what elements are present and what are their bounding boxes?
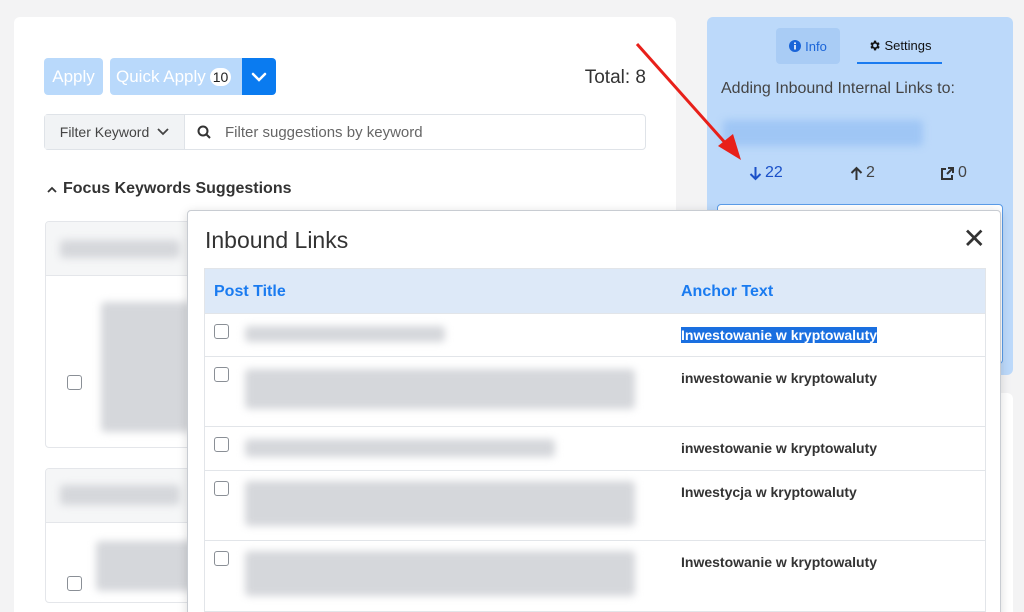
arrow-down-icon (749, 166, 762, 180)
external-count-value: 0 (958, 164, 967, 181)
anchor-text-value: Inwestowanie w kryptowaluty (681, 327, 878, 343)
column-header-post-title[interactable]: Post Title (214, 283, 286, 301)
blurred-text (60, 240, 180, 258)
blurred-post-title (245, 326, 445, 342)
row-checkbox[interactable] (214, 551, 229, 566)
row-checkbox[interactable] (214, 481, 229, 496)
column-header-anchor-text[interactable]: Anchor Text (681, 283, 773, 301)
blurred-post-title (245, 551, 635, 596)
table-row: inwestowanie w kryptowaluty (205, 427, 985, 471)
arrow-up-icon (850, 166, 863, 180)
table-row: inwestowanie w kryptowaluty (205, 357, 985, 427)
row-checkbox[interactable] (214, 367, 229, 382)
tab-info[interactable]: Info (776, 28, 840, 64)
quick-apply-dropdown-button[interactable] (242, 58, 276, 95)
blurred-post-title (245, 439, 555, 457)
gear-icon (869, 40, 880, 50)
suggestion-checkbox[interactable] (67, 576, 82, 591)
filter-search (185, 115, 645, 149)
tab-settings[interactable]: Settings (857, 28, 942, 64)
inbound-count-value: 22 (765, 164, 783, 181)
suggestion-card-header (46, 222, 204, 276)
inbound-links-modal: Inbound Links ✕ Post Title Anchor Text I… (187, 210, 1001, 612)
blurred-post-title (245, 481, 635, 526)
row-checkbox[interactable] (214, 324, 229, 339)
chevron-down-icon (251, 72, 267, 82)
quick-apply-count-badge: 10 (209, 67, 232, 86)
inbound-links-count[interactable]: 22 (749, 164, 783, 182)
focus-keywords-title: Focus Keywords Suggestions (63, 180, 292, 197)
suggestion-card-header (46, 469, 204, 523)
table-row: Inwestowanie w kryptowaluty (205, 314, 985, 357)
blurred-text (60, 485, 180, 505)
blurred-post-title (723, 120, 923, 146)
external-links-count[interactable]: 0 (940, 164, 967, 182)
modal-title: Inbound Links (205, 227, 349, 253)
focus-keywords-toggle[interactable]: Focus Keywords Suggestions (47, 180, 291, 198)
anchor-text: Inwestowanie w kryptowaluty (681, 327, 878, 343)
suggestion-card (45, 468, 205, 603)
total-count: Total: 8 (584, 67, 646, 88)
blurred-text (101, 302, 191, 432)
row-checkbox[interactable] (214, 437, 229, 452)
chevron-up-icon (47, 186, 57, 193)
table-row: Inwestowanie w kryptowaluty (205, 541, 985, 611)
suggestion-card (45, 221, 205, 448)
anchor-text: inwestowanie w kryptowaluty (681, 370, 878, 386)
anchor-text: Inwestowanie w kryptowaluty (681, 554, 878, 570)
table-header: Post Title Anchor Text (205, 269, 985, 314)
tab-info-label: Info (805, 38, 827, 54)
filter-keyword-label: Filter Keyword (59, 124, 150, 140)
adding-inbound-label: Adding Inbound Internal Links to: (721, 80, 955, 97)
quick-apply-button[interactable]: Quick Apply 10 (110, 58, 242, 95)
apply-button[interactable]: Apply (44, 58, 103, 95)
outbound-count-value: 2 (866, 164, 875, 181)
blurred-text (96, 541, 196, 591)
close-icon[interactable]: ✕ (963, 225, 986, 253)
table-row: Inwestycja w kryptowaluty (205, 471, 985, 541)
filter-bar: Filter Keyword (44, 114, 646, 150)
quick-apply-label: Quick Apply (116, 66, 206, 86)
chevron-down-icon (157, 128, 169, 136)
blurred-post-title (245, 369, 635, 409)
suggestion-checkbox[interactable] (67, 375, 82, 390)
filter-keyword-dropdown[interactable]: Filter Keyword (45, 115, 185, 149)
inbound-links-table: Post Title Anchor Text Inwestowanie w kr… (204, 268, 986, 612)
external-link-icon (941, 166, 954, 180)
anchor-text: Inwestycja w kryptowaluty (681, 484, 857, 500)
tab-settings-label: Settings (884, 37, 932, 53)
outbound-links-count[interactable]: 2 (850, 164, 875, 182)
search-icon (197, 125, 211, 139)
info-icon (789, 40, 802, 52)
filter-search-input[interactable] (225, 123, 625, 141)
anchor-text: inwestowanie w kryptowaluty (681, 440, 878, 456)
